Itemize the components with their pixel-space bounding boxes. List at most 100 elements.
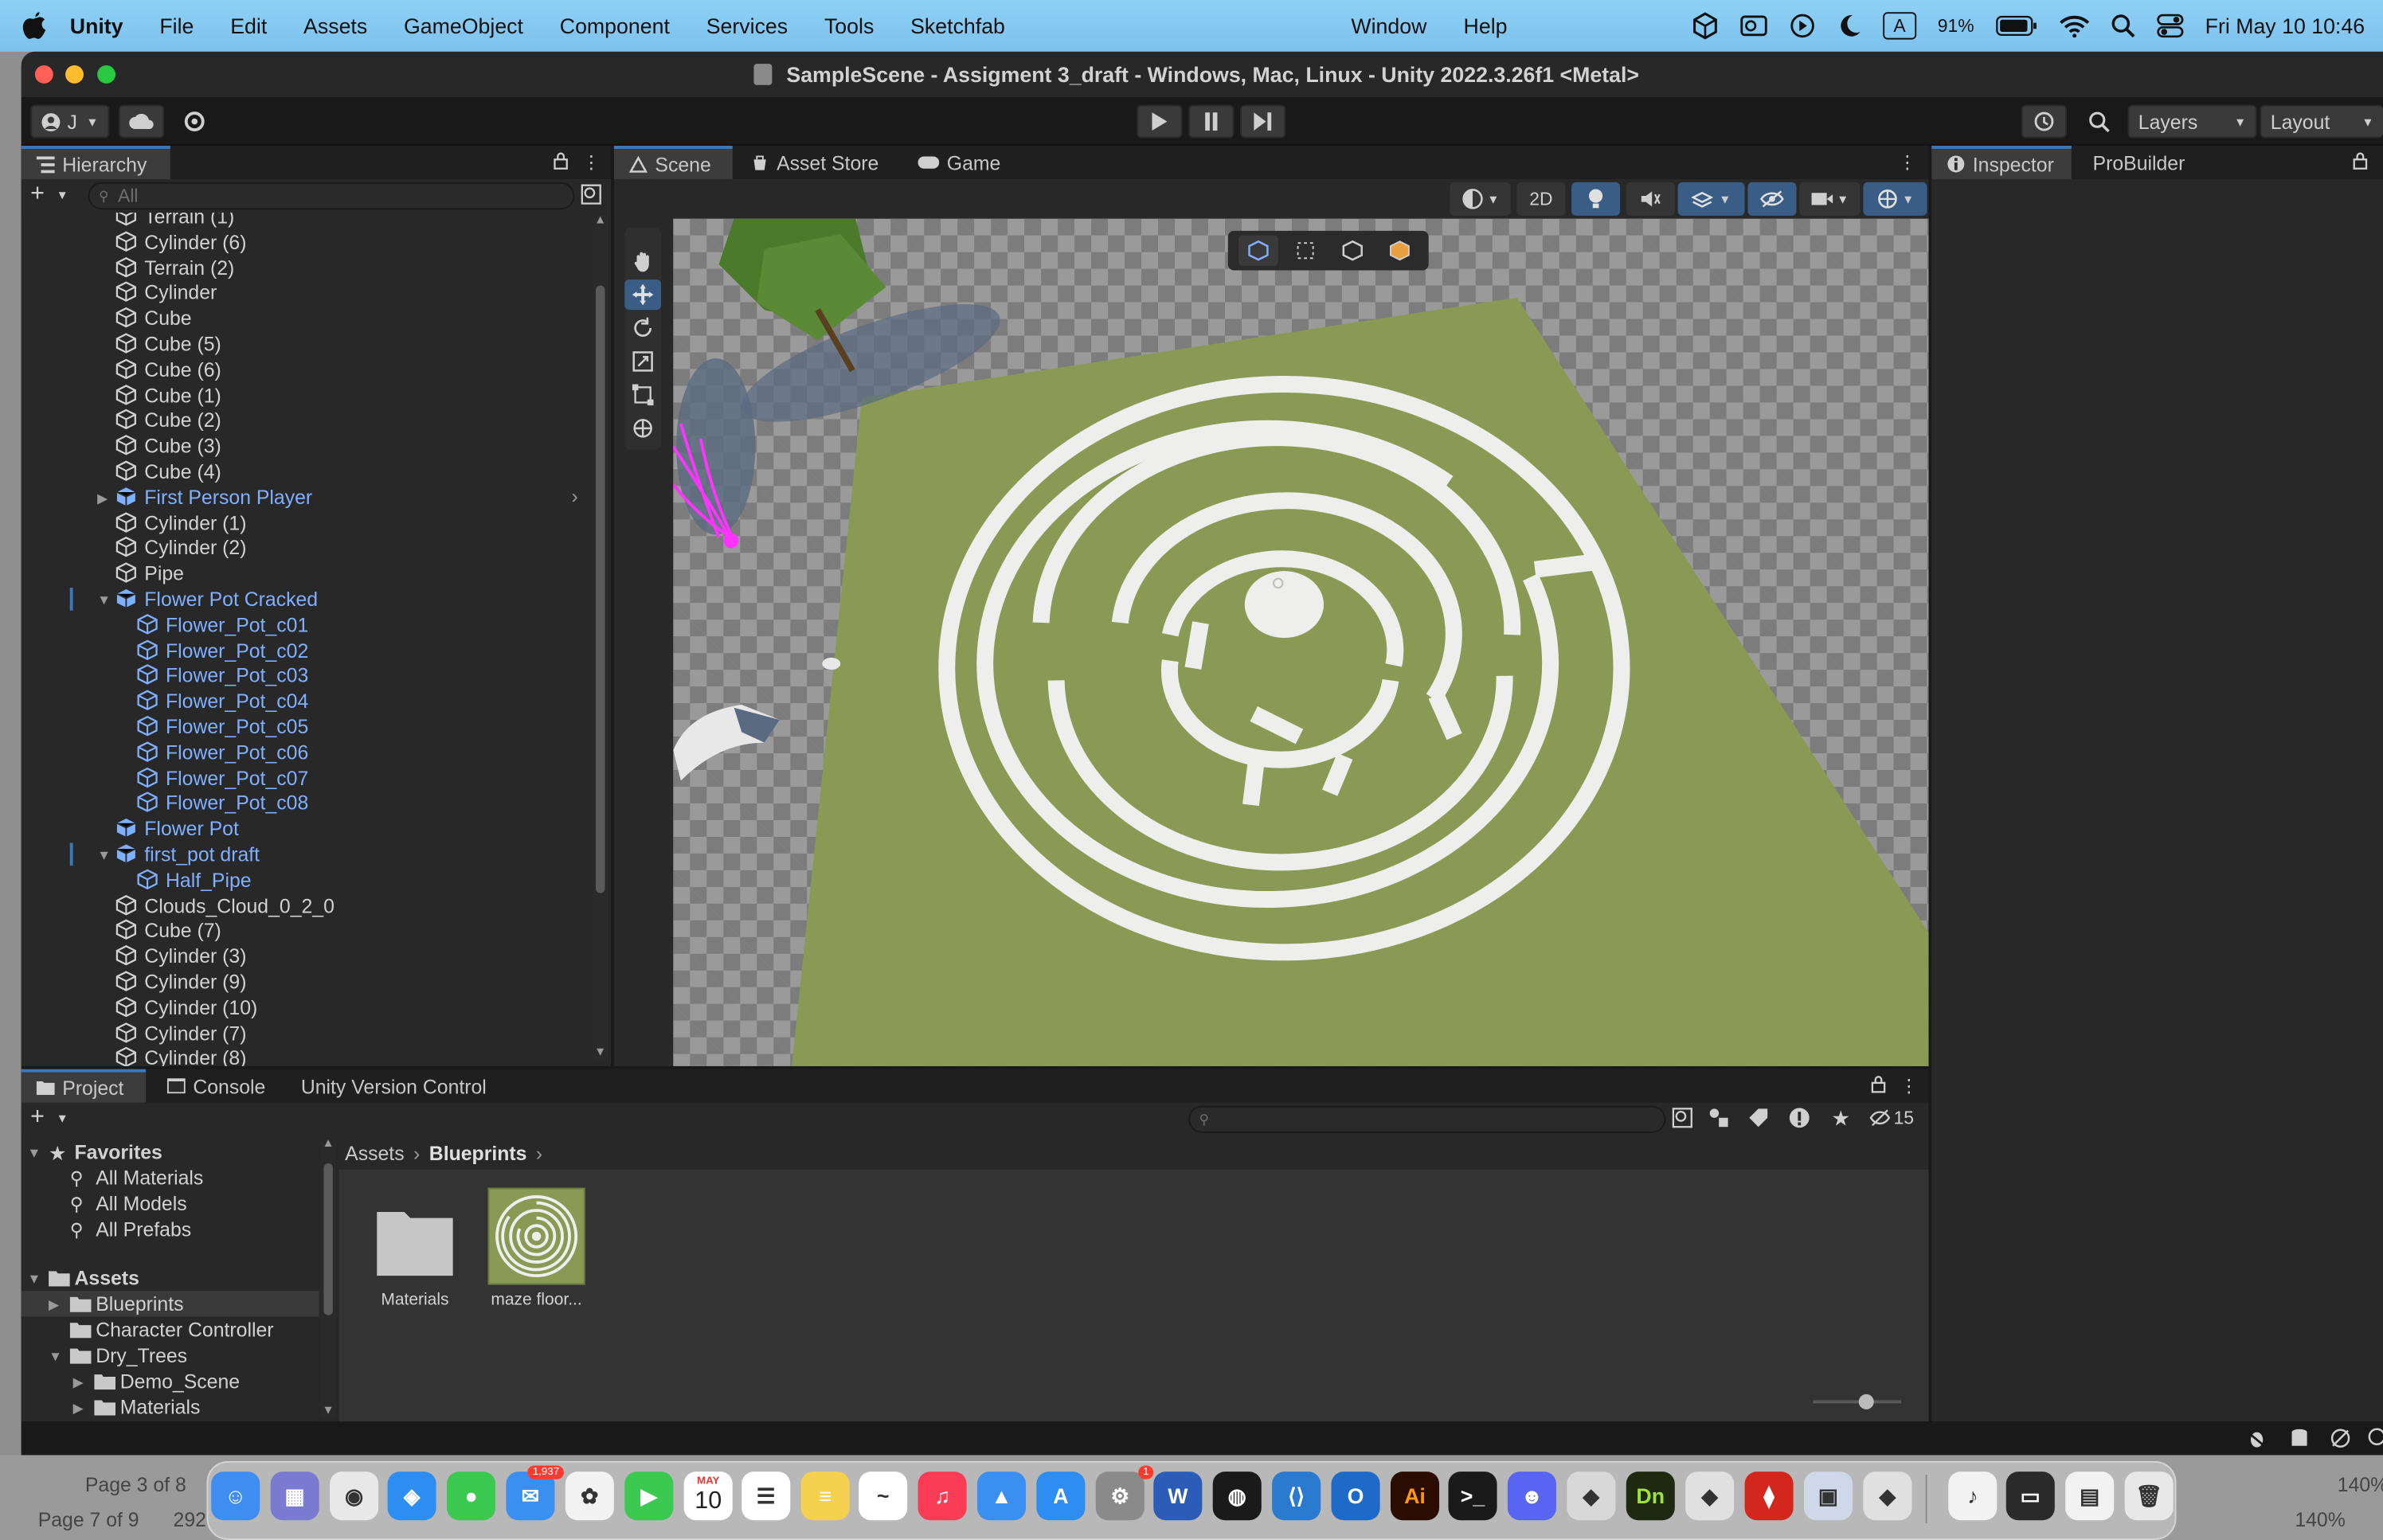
history-icon[interactable] [2021,104,2068,139]
freeform-icon[interactable]: ~ [859,1472,908,1521]
menu-window[interactable]: Window [1351,14,1448,38]
calendar-icon[interactable]: MAY 10 [683,1472,733,1521]
battery-icon[interactable] [1995,15,2037,37]
icon-size-slider[interactable] [1813,1393,1902,1409]
hierarchy-item[interactable]: ▶ First Person Player › [22,484,590,510]
collapse-arrow-icon[interactable]: ▶ [73,1374,84,1391]
notes-icon[interactable]: ≡ [800,1472,850,1521]
unity-2-icon[interactable]: ◆ [1863,1472,1912,1521]
menu-sketchfab[interactable]: Sketchfab [910,14,1042,38]
play-circle-icon[interactable] [1789,12,1816,39]
hierarchy-item[interactable]: Cylinder [22,280,590,306]
lock-icon[interactable] [554,152,569,170]
expand-arrow-icon[interactable]: ▼ [27,1145,41,1160]
scene-viewport[interactable] [673,218,1929,1066]
account-dropdown[interactable]: J ▼ [30,104,110,139]
close-window-icon[interactable] [34,65,53,84]
breadcrumb-blueprints[interactable]: Blueprints [429,1141,527,1164]
hierarchy-search-input[interactable]: ⚲ All [88,182,575,210]
photos-icon[interactable]: ✿ [565,1472,614,1521]
spotify-icon[interactable]: ◍ [1212,1472,1262,1521]
screen-icon[interactable]: ▭ [2005,1472,2055,1521]
reminders-icon[interactable]: ☰ [742,1472,791,1521]
project-tree-item[interactable]: ⚲ All Models [22,1190,319,1216]
lock-icon[interactable] [2353,152,2368,170]
app-store-icon[interactable]: A [1036,1472,1086,1521]
effects-dropdown[interactable]: ▼ [1677,182,1745,216]
project-tree-scrollbar[interactable]: ▲ ▼ [320,1136,336,1419]
chevron-down-icon[interactable]: ▼ [57,189,68,202]
move-tool-icon[interactable] [624,279,662,311]
scene-search-icon[interactable] [581,184,602,205]
input-source-icon[interactable]: A [1883,12,1917,40]
hierarchy-item[interactable]: Flower_Pot_c02 [22,637,590,663]
bug-icon[interactable] [2246,1428,2268,1449]
clock[interactable]: Fri May 10 10:46 [2205,14,2365,38]
layout-dropdown[interactable]: Layout ▼ [2260,104,2383,139]
menu-services[interactable]: Services [706,14,824,38]
slider-thumb[interactable] [1858,1393,1874,1409]
rotate-tool-icon[interactable] [624,313,661,343]
menu-edit[interactable]: Edit [230,14,303,38]
hierarchy-item[interactable]: Cylinder (10) [22,995,590,1020]
hierarchy-item[interactable]: Cylinder (9) [22,969,590,995]
transform-tool-icon[interactable] [624,413,661,444]
hierarchy-item[interactable]: Cylinder (7) [22,1020,590,1046]
apple-icon[interactable] [0,12,70,39]
hierarchy-item[interactable]: Cube (6) [22,357,590,382]
music-icon[interactable]: ♫ [918,1472,967,1521]
tab-project[interactable]: Project [21,1069,147,1103]
project-tree-item[interactable]: ▶ Materials [22,1394,319,1420]
hierarchy-item[interactable]: Cube (5) [22,331,590,357]
preview-icon[interactable]: ▣ [1803,1472,1853,1521]
system-settings-icon[interactable]: ⚙ 1 [1095,1465,1154,1521]
keynote-icon[interactable]: ▲ [976,1472,1027,1521]
asset-item[interactable]: Materials [366,1185,464,1312]
outlook-icon[interactable]: O [1331,1472,1380,1521]
audio-toggle-icon[interactable] [1626,182,1675,216]
facetime-icon[interactable]: ▶ [624,1472,674,1521]
scale-tool-icon[interactable] [624,346,661,377]
finder-icon[interactable]: ☺ [211,1472,260,1521]
minimize-window-icon[interactable] [65,65,84,84]
discord-icon[interactable]: ☻ [1507,1472,1556,1521]
settings-gear-icon[interactable] [176,105,213,139]
unity-hub-icon[interactable]: ◆ [1567,1472,1616,1521]
tab-game[interactable]: Game [902,146,1015,179]
scrollbar-thumb[interactable] [595,285,605,893]
collapse-arrow-icon[interactable]: ▶ [73,1401,84,1417]
moon-icon[interactable] [1837,14,1862,38]
label-tag-icon[interactable] [1747,1107,1769,1128]
trash-icon[interactable]: 🗑 [2124,1472,2174,1521]
project-tree-item[interactable]: ▼ ★ Favorites [22,1139,319,1165]
hidden-packages-toggle[interactable]: 15 [1869,1107,1914,1128]
hierarchy-item[interactable]: Cube (7) [22,918,590,944]
hierarchy-item[interactable]: Cylinder (8) [22,1046,590,1066]
hierarchy-item[interactable]: Flower_Pot_c04 [22,688,590,713]
expand-arrow-icon[interactable]: ▼ [97,592,111,608]
scroll-up-icon[interactable]: ▲ [594,213,606,226]
scroll-up-icon[interactable]: ▲ [323,1136,335,1150]
hierarchy-item[interactable]: Clouds_Cloud_0_2_0 [22,893,590,918]
asset-item[interactable]: maze floor... [485,1185,589,1312]
hierarchy-item[interactable]: Cube [22,306,590,331]
project-tree-item[interactable]: ▼ Dry_Trees [22,1343,319,1368]
word-icon[interactable]: W [1153,1472,1203,1521]
hierarchy-item[interactable]: Pipe [22,561,590,586]
warning-filter-icon[interactable] [1789,1107,1810,1128]
project-tree-item[interactable]: ▼ Assets [22,1265,319,1291]
hand-tool-icon[interactable] [624,246,661,276]
shading-mode-dropdown[interactable]: ▼ [1450,182,1511,216]
illustrator-icon[interactable]: Ai [1390,1472,1440,1521]
launchpad-icon[interactable]: ▦ [270,1472,319,1521]
gizmos-dropdown[interactable]: ▼ [1863,182,1927,216]
hierarchy-item[interactable]: Cylinder (2) [22,535,590,561]
dimension-icon[interactable]: Dn [1626,1472,1675,1521]
zoom-window-icon[interactable] [97,65,116,84]
hierarchy-item[interactable]: Cylinder (6) [22,229,590,255]
project-tree-item[interactable]: ▶ Blueprints [21,1291,319,1317]
lock-icon[interactable] [1871,1075,1886,1093]
menu-file[interactable]: File [159,14,230,38]
hierarchy-item[interactable]: Cube (3) [22,433,590,459]
hierarchy-item[interactable]: Flower_Pot_c03 [22,663,590,688]
